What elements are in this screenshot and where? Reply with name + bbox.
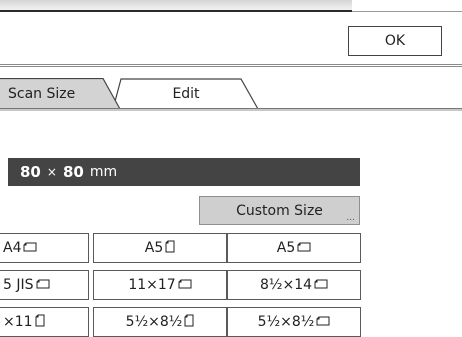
paper-size-label: ×11 <box>3 314 33 330</box>
paper-size-label: 11×17 <box>128 277 176 293</box>
tab-edit[interactable]: Edit <box>113 78 259 110</box>
tab-bar: Edit Scan Size <box>0 66 462 110</box>
custom-size-label: Custom Size <box>236 202 323 219</box>
paper-size-row: ×11 5½×8½ 5½×8½ <box>0 307 462 337</box>
paper-size-label: 5 JIS <box>3 277 34 293</box>
custom-size-ellipsis: ... <box>346 213 355 223</box>
size-width-value: 80 <box>20 163 41 181</box>
paper-size-button[interactable]: 5½×8½ <box>93 307 227 337</box>
paper-size-label: 8½×14 <box>259 277 313 293</box>
paper-size-button[interactable]: 8½×14 <box>227 270 361 300</box>
landscape-icon <box>316 315 330 329</box>
size-unit: mm <box>89 164 118 180</box>
paper-size-button[interactable]: 5 JIS <box>0 270 89 300</box>
portrait-icon <box>184 314 194 330</box>
window-top-bar <box>0 0 462 12</box>
portrait-icon <box>165 240 175 256</box>
landscape-icon <box>297 241 311 255</box>
paper-size-label: A5 <box>144 240 164 256</box>
paper-size-button[interactable]: A5 <box>227 233 361 263</box>
paper-size-row: A4 A5 A5 <box>0 233 462 263</box>
size-height-value: 80 <box>62 163 84 181</box>
portrait-icon <box>35 314 45 330</box>
landscape-icon <box>23 241 37 255</box>
paper-size-label: 5½×8½ <box>257 314 315 330</box>
tab-underline <box>0 108 462 111</box>
paper-size-row: 5 JIS 11×17 8½×14 <box>0 270 462 300</box>
custom-size-button[interactable]: Custom Size ... <box>199 196 360 225</box>
paper-size-label: A4 <box>3 240 22 256</box>
landscape-icon <box>314 278 328 292</box>
size-separator: × <box>46 165 57 179</box>
ok-button-label: OK <box>384 33 406 49</box>
paper-size-button[interactable]: A4 <box>0 233 89 263</box>
paper-size-button[interactable]: ×11 <box>0 307 89 337</box>
paper-size-label: A5 <box>276 240 296 256</box>
landscape-icon <box>36 278 50 292</box>
tab-edit-label: Edit <box>172 85 200 102</box>
size-readout: 80 × 80 mm <box>8 158 360 186</box>
paper-size-button[interactable]: 11×17 <box>93 270 227 300</box>
top-bar-notch <box>352 0 462 12</box>
landscape-icon <box>178 278 192 292</box>
tab-scan-size-outline <box>0 78 121 110</box>
paper-size-label: 5½×8½ <box>125 314 183 330</box>
paper-size-button[interactable]: A5 <box>93 233 227 263</box>
paper-size-button[interactable]: 5½×8½ <box>227 307 361 337</box>
ok-button[interactable]: OK <box>348 26 442 56</box>
